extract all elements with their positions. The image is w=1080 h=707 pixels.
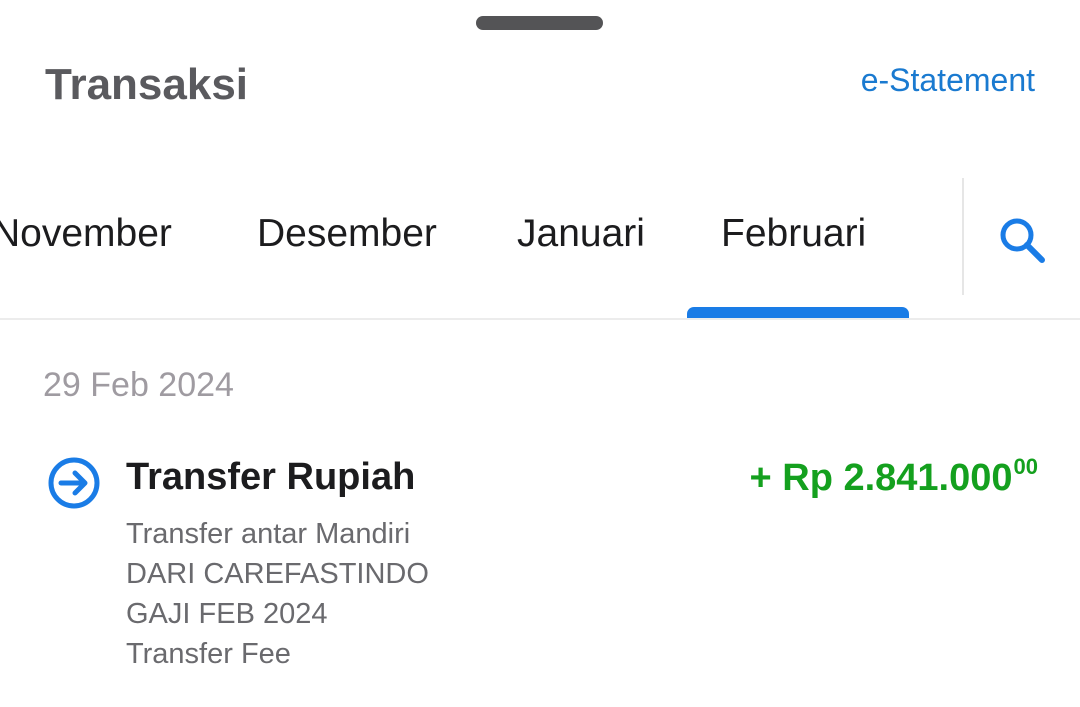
transfer-in-icon bbox=[48, 457, 100, 509]
amount-cents: 00 bbox=[1013, 454, 1038, 479]
transaction-description-line: Transfer Fee bbox=[126, 638, 291, 670]
amount-main: + Rp 2.841.000 bbox=[749, 457, 1013, 499]
date-header: 29 Feb 2024 bbox=[43, 366, 234, 404]
search-button[interactable] bbox=[994, 212, 1050, 268]
drag-handle[interactable] bbox=[476, 16, 603, 30]
transaction-row[interactable]: Transfer Rupiah + Rp 2.841.00000 Transfe… bbox=[0, 440, 1080, 680]
tab-november[interactable]: November bbox=[0, 212, 172, 256]
page-title: Transaksi bbox=[45, 60, 249, 109]
transaction-title: Transfer Rupiah bbox=[126, 456, 416, 498]
tab-divider bbox=[962, 178, 964, 295]
search-icon bbox=[1000, 218, 1045, 263]
transaction-description-line: GAJI FEB 2024 bbox=[126, 598, 328, 630]
tab-februari[interactable]: Februari bbox=[721, 212, 866, 256]
tab-januari[interactable]: Januari bbox=[517, 212, 645, 256]
transactions-sheet: Transaksi e-Statement November Desember … bbox=[0, 0, 1080, 707]
e-statement-link[interactable]: e-Statement bbox=[861, 62, 1035, 99]
tab-desember[interactable]: Desember bbox=[257, 212, 437, 256]
transaction-description-line: DARI CAREFASTINDO bbox=[126, 558, 429, 590]
tabs-border bbox=[0, 318, 1080, 320]
transaction-amount: + Rp 2.841.00000 bbox=[750, 454, 1039, 500]
transaction-description-line: Transfer antar Mandiri bbox=[126, 518, 411, 550]
month-tabs: November Desember Januari Februari bbox=[0, 178, 1080, 319]
